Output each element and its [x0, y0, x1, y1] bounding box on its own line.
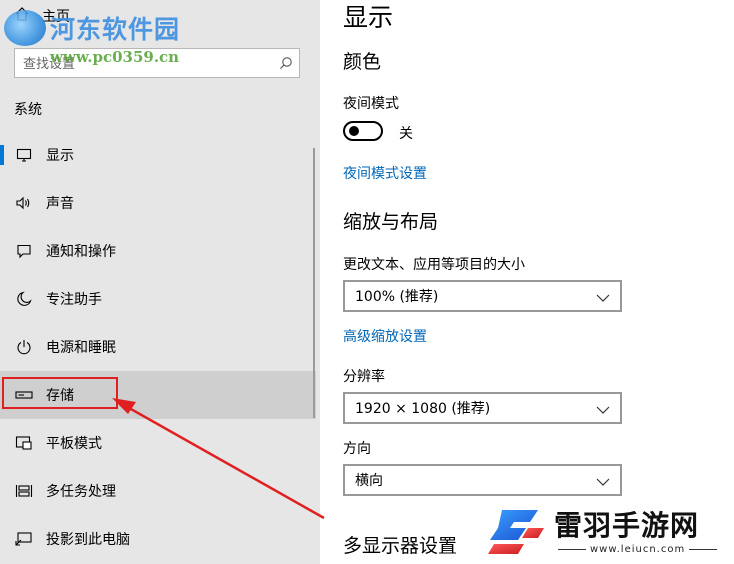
- advanced-scaling-link[interactable]: 高级缩放设置: [343, 326, 427, 346]
- watermark-site-name: 雷羽手游网: [554, 509, 700, 542]
- watermark-logo-icon: [488, 510, 544, 554]
- watermark-url: www.leiucn.com: [554, 544, 721, 555]
- orientation-label: 方向: [343, 441, 371, 457]
- sidebar-item-project[interactable]: 投影到此电脑: [0, 515, 316, 563]
- night-light-toggle[interactable]: [343, 121, 383, 141]
- watermark-logo-icon: [4, 10, 46, 46]
- page-title: 显示: [343, 3, 394, 32]
- tablet-icon: [14, 433, 34, 453]
- chevron-down-icon: [596, 399, 610, 418]
- speaker-icon: [14, 193, 34, 213]
- toggle-knob: [349, 126, 359, 136]
- chevron-down-icon: [596, 471, 610, 490]
- sidebar-item-label: 声音: [46, 196, 74, 212]
- watermark-url: www.pc0359.cn: [50, 48, 180, 66]
- sidebar-item-sound[interactable]: 声音: [0, 179, 316, 227]
- resolution-label: 分辨率: [343, 369, 385, 385]
- sidebar-item-label: 电源和睡眠: [46, 340, 116, 356]
- sidebar-item-label: 专注助手: [46, 292, 102, 308]
- sidebar-item-tablet[interactable]: 平板模式: [0, 419, 316, 467]
- night-light-settings-link[interactable]: 夜间模式设置: [343, 163, 427, 183]
- resolution-dropdown[interactable]: 1920 × 1080 (推荐): [343, 392, 622, 424]
- moon-icon: [14, 289, 34, 309]
- scale-dropdown[interactable]: 100% (推荐): [343, 280, 622, 312]
- orientation-value: 横向: [355, 473, 383, 489]
- search-icon[interactable]: [279, 55, 293, 74]
- text-size-label: 更改文本、应用等项目的大小: [343, 257, 525, 273]
- chevron-down-icon: [596, 287, 610, 306]
- sidebar-item-notifications[interactable]: 通知和操作: [0, 227, 316, 275]
- sidebar-item-label: 通知和操作: [46, 244, 116, 260]
- nav-scrollbar[interactable]: [313, 148, 315, 418]
- night-light-state: 关: [399, 126, 413, 142]
- resolution-value: 1920 × 1080 (推荐): [355, 401, 491, 417]
- project-icon: [14, 529, 34, 549]
- color-heading: 颜色: [343, 51, 382, 73]
- sidebar-item-multitasking[interactable]: 多任务处理: [0, 467, 316, 515]
- sidebar-item-label: 显示: [46, 148, 74, 164]
- sidebar-item-label: 投影到此电脑: [46, 532, 130, 548]
- watermark-site-name: 河东软件园: [50, 15, 181, 44]
- orientation-dropdown[interactable]: 横向: [343, 464, 622, 496]
- multitask-icon: [14, 481, 34, 501]
- multi-display-heading: 多显示器设置: [343, 535, 458, 557]
- section-title: 系统: [14, 102, 42, 118]
- sidebar-item-label: 平板模式: [46, 436, 102, 452]
- notification-icon: [14, 241, 34, 261]
- sidebar-item-focus-assist[interactable]: 专注助手: [0, 275, 316, 323]
- watermark-leiyu: 雷羽手游网 www.leiucn.com: [484, 500, 734, 564]
- scale-layout-heading: 缩放与布局: [343, 211, 439, 233]
- monitor-icon: [14, 145, 34, 165]
- sidebar-item-display[interactable]: 显示: [0, 131, 316, 179]
- power-icon: [14, 337, 34, 357]
- settings-nav: 主页 河东软件园 www.pc0359.cn 系统 显示 声音 通知和操作: [0, 0, 320, 564]
- sidebar-item-power[interactable]: 电源和睡眠: [0, 323, 316, 371]
- display-settings-pane: 显示 颜色 夜间模式 关 夜间模式设置 缩放与布局 更改文本、应用等项目的大小 …: [320, 0, 734, 564]
- watermark-hedong: 河东软件园: [4, 10, 180, 46]
- night-light-label: 夜间模式: [343, 96, 399, 112]
- scale-value: 100% (推荐): [355, 289, 439, 305]
- sidebar-item-label: 多任务处理: [46, 484, 116, 500]
- annotation-highlight-box: [2, 377, 118, 409]
